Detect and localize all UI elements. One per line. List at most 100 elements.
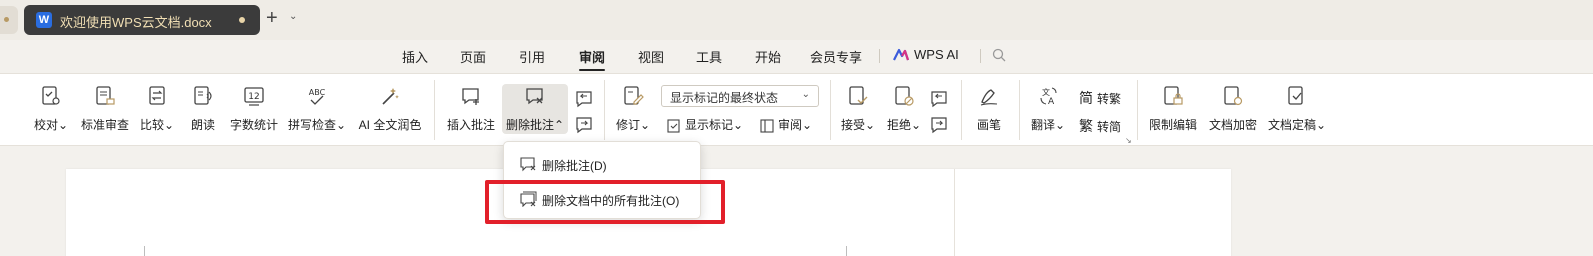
ribbon-separator [604, 80, 605, 140]
menu-view[interactable]: 视图 [638, 47, 664, 66]
translate-button[interactable]: 文A 翻译⌄ [1028, 74, 1068, 144]
compare-icon [149, 86, 165, 105]
finalize-label: 文档定稿 [1267, 118, 1316, 132]
read-aloud-button[interactable]: 朗读 [186, 74, 220, 144]
menu-tools[interactable]: 工具 [696, 47, 722, 66]
to-traditional-button[interactable]: 简转繁 [1079, 88, 1121, 108]
svg-text:文: 文 [1042, 87, 1050, 97]
restrict-edit-button[interactable]: 限制编辑 [1146, 74, 1200, 144]
delete-comment-menu-label: 删除批注(D) [542, 159, 607, 173]
review-pane-button[interactable]: 审阅⌄ [759, 116, 812, 136]
search-icon[interactable] [991, 47, 1007, 63]
delete-comment-menu-item[interactable]: 删除批注(D) [512, 150, 694, 178]
previous-tab[interactable] [0, 6, 18, 34]
chevron-down-icon: ⌄ [1315, 118, 1327, 132]
svg-text:A: A [1048, 97, 1055, 107]
pen-icon [980, 89, 998, 106]
new-tab-menu-icon[interactable]: ⌄ [289, 11, 297, 22]
word-count-icon: 12 [244, 87, 264, 106]
word-count-label: 字数统计 [229, 118, 278, 132]
menu-page[interactable]: 页面 [460, 47, 486, 66]
spell-check-button[interactable]: ABC 拼写检查⌄ [287, 74, 347, 144]
reject-button[interactable]: 拒绝⌄ [884, 74, 924, 144]
chevron-down-icon: ⌄ [802, 118, 813, 132]
menu-member[interactable]: 会员专享 [810, 47, 862, 66]
pen-label: 画笔 [976, 118, 1001, 132]
review-pane-icon [760, 119, 774, 133]
markup-state-dropdown[interactable]: 显示标记的最终状态 ⌄ [661, 85, 819, 107]
delete-comment-label: 删除批注 [505, 118, 554, 132]
spell-check-icon: ABC [309, 88, 326, 105]
show-marks-button[interactable]: 显示标记⌄ [666, 116, 743, 136]
to-traditional-label: 转繁 [1097, 92, 1122, 106]
tab-bar: W 欢迎使用WPS云文档.docx + ⌄ [0, 0, 1593, 40]
chevron-down-icon: ⌄ [639, 118, 651, 132]
highlight-box [485, 180, 725, 224]
margin-mark [144, 246, 145, 256]
proofread-button[interactable]: 校对⌄ [30, 74, 72, 144]
next-change-icon[interactable] [928, 114, 950, 136]
chevron-down-icon: ⌄ [910, 118, 922, 132]
delete-comment-icon [526, 88, 543, 105]
ai-polish-button[interactable]: AI 全文润色 [356, 74, 424, 144]
document-area [0, 147, 1593, 256]
menu-references[interactable]: 引用 [519, 47, 545, 66]
delete-comment-icon [520, 157, 536, 172]
page-divider [954, 169, 955, 256]
tab-dot-icon [4, 17, 9, 22]
previous-comment-icon[interactable] [573, 88, 595, 110]
menu-wps-ai[interactable]: WPS AI [914, 47, 959, 62]
ribbon-separator [961, 80, 962, 140]
encrypt-button[interactable]: 文档加密 [1206, 74, 1260, 144]
menu-insert[interactable]: 插入 [402, 47, 428, 66]
unsaved-dot-icon[interactable] [239, 17, 245, 23]
insert-comment-label: 插入批注 [446, 118, 495, 132]
word-count-icon-text: 12 [248, 92, 259, 102]
translate-icon: 文A [1040, 87, 1057, 107]
standard-review-button[interactable]: 标准审查 [79, 74, 131, 144]
traditional-char-icon: 简 [1079, 90, 1093, 106]
new-tab-button[interactable]: + [266, 7, 278, 29]
proofread-icon [42, 86, 60, 105]
revise-button[interactable]: 修订⌄ [612, 74, 654, 144]
document-tab[interactable]: W 欢迎使用WPS云文档.docx [24, 5, 260, 35]
reject-icon [895, 86, 914, 106]
menu-start[interactable]: 开始 [755, 47, 781, 66]
next-comment-icon[interactable] [573, 114, 595, 136]
insert-comment-icon [462, 88, 479, 105]
standard-review-label: 标准审查 [80, 118, 129, 132]
encrypt-label: 文档加密 [1208, 118, 1257, 132]
ribbon-separator [434, 80, 435, 140]
wps-ai-icon[interactable] [893, 48, 909, 62]
chevron-up-icon: ⌃ [553, 118, 565, 132]
markup-state-value: 显示标记的最终状态 [670, 91, 779, 105]
delete-comment-button[interactable]: 删除批注⌃ [502, 74, 568, 144]
pen-button[interactable]: 画笔 [970, 74, 1008, 144]
finalize-icon [1288, 86, 1303, 105]
chevron-down-icon: ⌄ [1054, 118, 1066, 132]
previous-change-icon[interactable] [928, 88, 950, 110]
simplified-char-icon: 繁 [1079, 118, 1093, 134]
accept-icon [849, 86, 868, 105]
lock-document-icon [1164, 86, 1183, 105]
launcher-icon[interactable]: ↘ [1125, 136, 1132, 145]
to-simplified-button[interactable]: 繁转简 [1079, 116, 1121, 136]
finalize-button[interactable]: 文档定稿⌄ [1266, 74, 1328, 144]
document-tab-title: 欢迎使用WPS云文档.docx [60, 15, 212, 30]
accept-label: 接受 [840, 118, 865, 132]
menu-review[interactable]: 审阅 [579, 47, 606, 71]
standard-review-icon [96, 86, 115, 105]
chevron-down-icon: ⌄ [801, 89, 810, 100]
revise-label: 修订 [615, 118, 640, 132]
review-pane-label: 审阅 [778, 118, 803, 132]
compare-button[interactable]: 比较⌄ [137, 74, 177, 144]
chevron-down-icon: ⌄ [733, 118, 744, 132]
chevron-down-icon: ⌄ [57, 118, 69, 132]
word-count-button[interactable]: 12 字数统计 [227, 74, 281, 144]
insert-comment-button[interactable]: 插入批注 [445, 74, 497, 144]
accept-button[interactable]: 接受⌄ [838, 74, 878, 144]
encrypt-icon [1224, 86, 1243, 106]
to-simplified-label: 转简 [1097, 120, 1122, 134]
margin-mark [846, 246, 847, 256]
spell-check-icon-text: ABC [309, 88, 326, 97]
